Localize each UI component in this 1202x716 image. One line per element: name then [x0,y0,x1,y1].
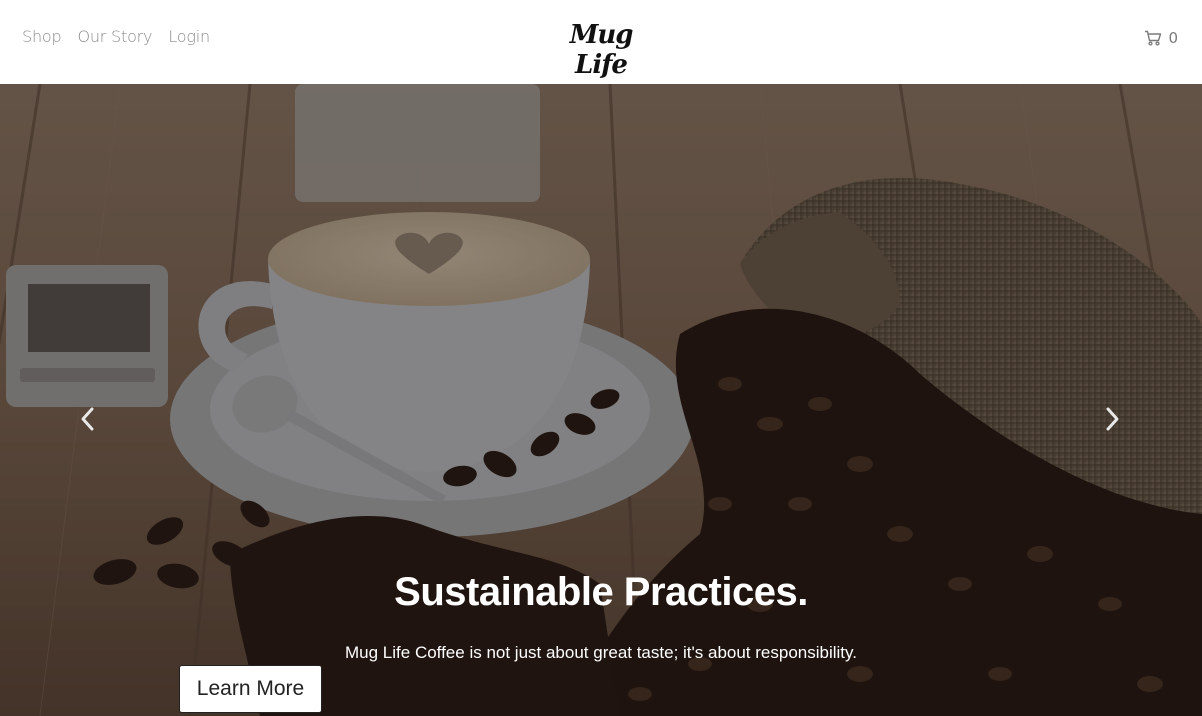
cart-icon [1145,30,1162,46]
site-logo[interactable]: Mug Life [548,20,654,80]
hero-headline: Sustainable Practices. [394,570,808,614]
nav-shop-link[interactable]: Shop [22,27,62,46]
hero-subline: Mug Life Coffee is not just about great … [345,643,857,662]
nav-login-link[interactable]: Login [168,27,210,46]
hero-background-image [0,84,1202,716]
chevron-right-icon[interactable] [1104,406,1120,432]
main-nav: Shop Our Story Login [22,27,210,46]
learn-more-button[interactable]: Learn More [179,665,322,713]
cart-button[interactable]: 0 [1144,29,1178,47]
nav-our-story-link[interactable]: Our Story [77,27,152,46]
chevron-left-icon[interactable] [80,406,96,432]
site-header: Shop Our Story Login Mug Life 0 [0,0,1202,84]
cart-count: 0 [1168,29,1178,47]
hero-carousel: Sustainable Practices. Mug Life Coffee i… [0,84,1202,716]
